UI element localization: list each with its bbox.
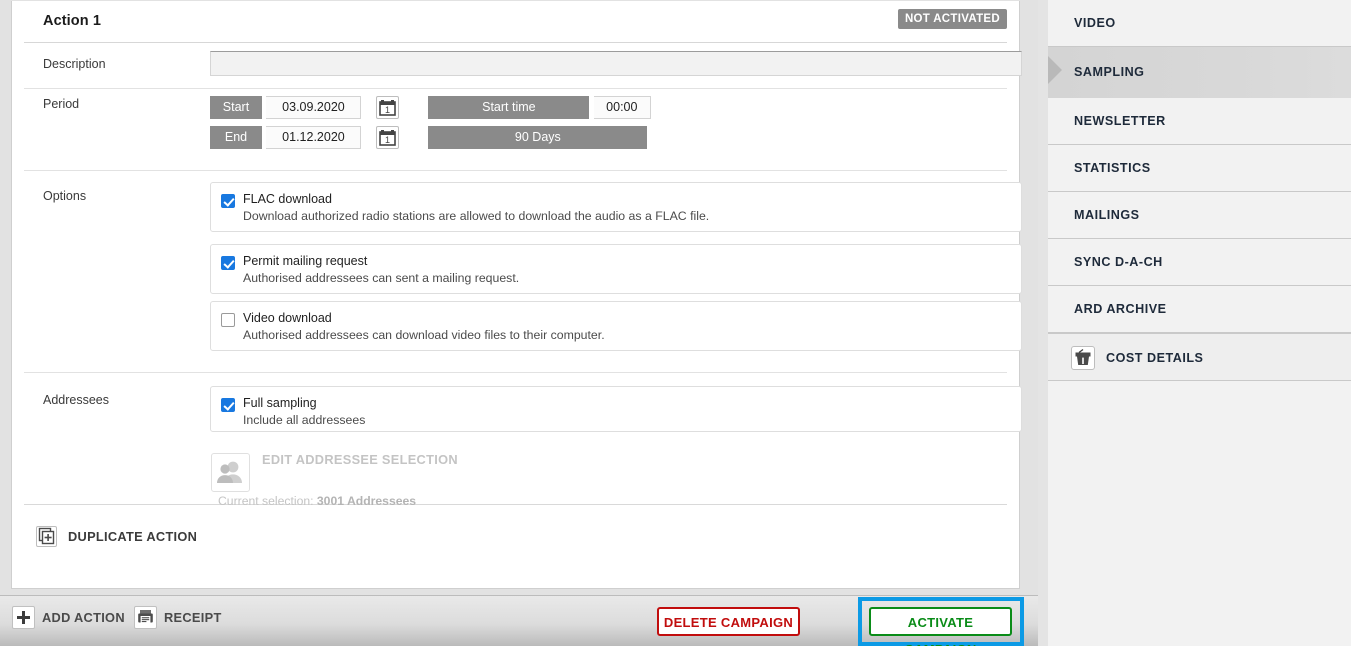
option-description: Download authorized radio stations are a… — [243, 209, 710, 223]
selected-arrow-icon — [1048, 56, 1062, 84]
start-calendar-icon[interactable]: 1 — [375, 96, 399, 119]
sidebar-item-cost-details[interactable]: COST DETAILS — [1048, 333, 1351, 381]
full-sampling-checkbox[interactable] — [221, 398, 235, 412]
options-row: Options FLAC download Download authorize… — [24, 171, 1022, 373]
description-row: Description — [24, 43, 1022, 89]
delete-campaign-button[interactable]: DELETE CAMPAIGN — [657, 607, 800, 636]
activate-campaign-button[interactable]: ACTIVATE CAMPAIGN — [869, 607, 1012, 646]
description-input[interactable] — [210, 51, 1022, 76]
period-row: Period Start 03.09.2020 1 Start time 00:… — [24, 89, 1007, 171]
sidebar-item-mailings[interactable]: MAILINGS — [1048, 192, 1351, 239]
sidebar-item-label: VIDEO — [1074, 16, 1116, 30]
option-title: FLAC download — [243, 192, 332, 206]
basket-icon — [1071, 346, 1095, 370]
sidebar-item-ard-archive[interactable]: ARD ARCHIVE — [1048, 286, 1351, 333]
app-root: Action 1 NOT ACTIVATED Description Perio… — [0, 0, 1351, 646]
sidebar-item-label: SAMPLING — [1074, 65, 1145, 79]
current-selection-value: 3001 Addressees — [316, 494, 417, 508]
video-download-checkbox[interactable] — [221, 313, 235, 327]
sidebar-nav-list: VIDEO SAMPLING NEWSLETTER STATISTICS MAI… — [1048, 0, 1351, 646]
duration-value: 90 Days — [428, 126, 648, 149]
option-title: Permit mailing request — [243, 254, 368, 268]
receipt-button[interactable]: RECEIPT — [134, 606, 234, 629]
right-sidebar: VIDEO SAMPLING NEWSLETTER STATISTICS MAI… — [1038, 0, 1351, 646]
edit-addressee-selection-button: EDIT ADDRESSEE SELECTION — [262, 452, 458, 467]
duplicate-action-row: DUPLICATE ACTION — [24, 518, 1009, 568]
sidebar-item-statistics[interactable]: STATISTICS — [1048, 145, 1351, 192]
end-date-value[interactable]: 01.12.2020 — [266, 126, 362, 149]
receipt-label: RECEIPT — [164, 610, 222, 625]
option-video-download[interactable]: Video download Authorised addressees can… — [210, 301, 1022, 351]
start-label: Start — [210, 96, 262, 119]
option-full-sampling[interactable]: Full sampling Include all addressees — [210, 386, 1022, 432]
period-start-line: Start 03.09.2020 1 Start time 00:00 — [210, 96, 651, 119]
start-time-label: Start time — [428, 96, 590, 119]
option-description: Authorised addressees can download video… — [243, 328, 605, 342]
svg-text:1: 1 — [385, 135, 390, 145]
page-title: Action 1 — [43, 13, 101, 29]
sidebar-item-label: MAILINGS — [1074, 208, 1140, 222]
description-label: Description — [43, 57, 106, 71]
permit-mailing-request-checkbox[interactable] — [221, 256, 235, 270]
start-date-value[interactable]: 03.09.2020 — [266, 96, 362, 119]
svg-text:1: 1 — [385, 105, 390, 115]
addressees-label: Addressees — [43, 393, 110, 407]
flac-download-checkbox[interactable] — [221, 194, 235, 208]
sidebar-item-label: ARD ARCHIVE — [1074, 302, 1167, 316]
sidebar-item-newsletter[interactable]: NEWSLETTER — [1048, 98, 1351, 145]
action-card-header: Action 1 NOT ACTIVATED — [24, 1, 1007, 43]
end-calendar-icon[interactable]: 1 — [375, 126, 399, 149]
plus-icon — [12, 606, 35, 629]
option-flac-download[interactable]: FLAC download Download authorized radio … — [210, 182, 1022, 232]
option-description: Authorised addressees can sent a mailing… — [243, 271, 520, 285]
main-pane: Action 1 NOT ACTIVATED Description Perio… — [0, 0, 1038, 646]
duplicate-action-label[interactable]: DUPLICATE ACTION — [68, 529, 197, 544]
action-card: Action 1 NOT ACTIVATED Description Perio… — [11, 1, 1022, 589]
sidebar-item-label: SYNC D-A-CH — [1074, 255, 1163, 269]
sidebar-item-video[interactable]: VIDEO — [1048, 0, 1351, 47]
start-time-value[interactable]: 00:00 — [593, 96, 651, 119]
addressees-row: Addressees Full sampling Include all add… — [24, 373, 1022, 505]
sidebar-item-sampling[interactable]: SAMPLING — [1048, 47, 1351, 98]
bottom-toolbar: ADD ACTION RECEIPT DELETE CAMPAIGN ACTIV… — [0, 595, 1038, 646]
full-sampling-description: Include all addressees — [243, 413, 366, 427]
option-permit-mailing-request[interactable]: Permit mailing request Authorised addres… — [210, 244, 1022, 294]
add-action-label: ADD ACTION — [42, 610, 125, 625]
duplicate-icon[interactable] — [36, 526, 57, 547]
sidebar-item-sync-d-a-ch[interactable]: SYNC D-A-CH — [1048, 239, 1351, 286]
status-badge: NOT ACTIVATED — [897, 9, 1007, 29]
current-selection-text: Current selection: 3001 Addressees — [218, 494, 416, 508]
options-label: Options — [43, 189, 87, 203]
current-selection-prefix: Current selection: — [218, 494, 317, 508]
receipt-icon — [134, 606, 157, 629]
full-sampling-title: Full sampling — [243, 396, 317, 410]
period-end-line: End 01.12.2020 1 90 Days — [210, 126, 648, 149]
end-label: End — [210, 126, 262, 149]
sidebar-item-label: NEWSLETTER — [1074, 114, 1166, 128]
option-title: Video download — [243, 311, 332, 325]
user-group-icon — [211, 453, 250, 492]
sidebar-item-label: STATISTICS — [1074, 161, 1151, 175]
period-label: Period — [43, 97, 80, 111]
cost-details-label: COST DETAILS — [1106, 351, 1204, 365]
add-action-button[interactable]: ADD ACTION — [12, 606, 125, 629]
